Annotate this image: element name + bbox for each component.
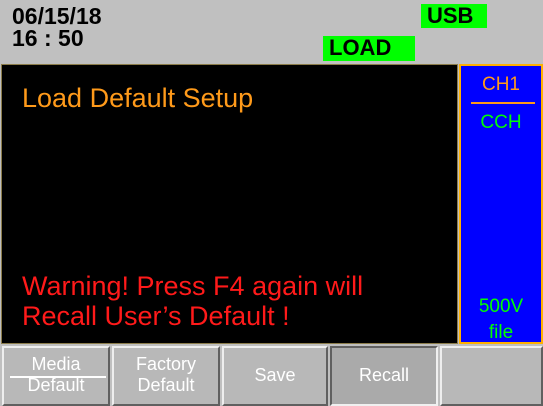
channel-label: CH1 (481, 74, 520, 95)
page-title: Load Default Setup (22, 83, 254, 113)
media-default-button[interactable]: Media Default (2, 346, 110, 406)
status-bar: 06/15/18 16 : 50 USB LOAD (0, 0, 543, 63)
warning-message: Warning! Press F4 again will Recall User… (22, 271, 363, 331)
time-display: 16 : 50 (12, 25, 84, 51)
voltage-label: 500V (478, 296, 524, 317)
date-display: 06/15/18 (12, 3, 102, 29)
factory-default-line-2: Default (137, 375, 195, 395)
usb-indicator: USB (421, 4, 487, 28)
recall-label: Recall (358, 365, 410, 385)
save-label: Save (254, 365, 296, 385)
channel-divider (471, 102, 535, 104)
empty-softkey-button[interactable] (440, 346, 543, 406)
softkey-bar: Media Default Factory Default Save Recal… (0, 346, 543, 406)
media-default-underline (10, 376, 106, 378)
file-label: file (488, 322, 514, 343)
factory-default-line-1: Factory (135, 354, 196, 374)
media-default-line-1: Media (31, 354, 81, 374)
main-panel: Load Default Setup Warning! Press F4 aga… (1, 64, 458, 344)
mode-label: CCH (480, 112, 522, 133)
media-default-line-2: Default (27, 375, 85, 395)
channel-side-panel: CH1 CCH 500V file (459, 64, 543, 344)
warning-line-1: Warning! Press F4 again will (22, 271, 364, 301)
factory-default-button[interactable]: Factory Default (112, 346, 220, 406)
load-indicator: LOAD (323, 36, 415, 61)
warning-line-2: Recall User’s Default ! (22, 301, 290, 331)
recall-button[interactable]: Recall (330, 346, 438, 406)
save-button[interactable]: Save (222, 346, 328, 406)
